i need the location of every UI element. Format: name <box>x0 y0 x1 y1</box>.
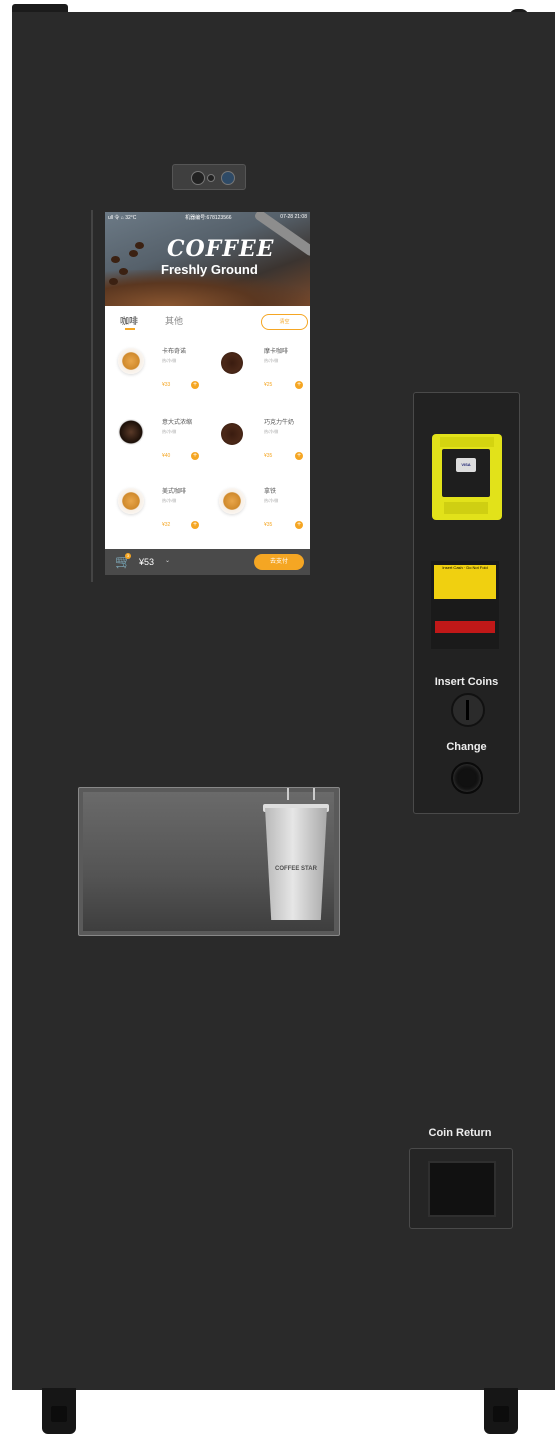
visa-logo: VISA <box>456 458 476 472</box>
product-name: 卡布奇诺 <box>162 349 187 355</box>
payment-panel: VISA Insert Cash · Do Not Fold Insert Co… <box>413 392 520 814</box>
product-name: 美式咖啡 <box>162 489 187 495</box>
add-icon[interactable]: + <box>295 452 303 460</box>
right-foot-caster <box>493 1406 509 1422</box>
camera-lens-right <box>221 171 235 185</box>
status-bar: ull 令 ⌂ 32°C 机器编号:678123566 07-28 21:08 <box>105 212 310 222</box>
coin-slit <box>466 700 469 720</box>
tab-other[interactable]: 其他 <box>165 314 183 327</box>
coin-return-tray[interactable] <box>409 1148 513 1229</box>
hero-title: COFFEE <box>167 236 275 262</box>
product-price: ¥40 <box>162 453 171 459</box>
product-name: 拿铁 <box>264 489 277 495</box>
hero-subtitle: Freshly Ground <box>161 262 258 277</box>
bill-acceptor-text: Insert Cash · Do Not Fold <box>442 565 488 570</box>
status-signal: ull 令 ⌂ 32°C <box>108 214 137 221</box>
tab-coffee[interactable]: 咖啡 <box>120 314 138 327</box>
bean <box>109 278 118 285</box>
bean <box>111 256 120 263</box>
touch-screen[interactable]: COFFEE Freshly Ground ull 令 ⌂ 32°C 机器编号:… <box>105 212 310 575</box>
card-reader-screen: VISA <box>442 449 490 497</box>
add-icon[interactable]: + <box>191 521 199 529</box>
add-icon[interactable]: + <box>191 381 199 389</box>
product-name: 摩卡咖啡 <box>264 349 289 355</box>
product-card[interactable]: 摩卡咖啡 热/冷/微 ¥25 + <box>209 344 309 410</box>
clear-button[interactable]: 清空 <box>261 314 308 330</box>
cart-count-badge: 3 <box>125 553 131 559</box>
product-desc: 热/冷/微 <box>264 429 279 434</box>
product-desc: 热/冷/微 <box>162 358 177 363</box>
product-desc: 热/冷/微 <box>264 358 279 363</box>
right-foot <box>484 1388 518 1434</box>
coin-return-opening[interactable] <box>428 1161 496 1217</box>
product-card[interactable]: 意大式浓缩 热/冷/微 ¥40 + <box>105 415 205 481</box>
pay-button[interactable]: 去支付 <box>254 554 304 570</box>
takeaway-cup <box>265 808 327 920</box>
hero-banner: COFFEE Freshly Ground <box>105 212 310 306</box>
add-icon[interactable]: + <box>191 452 199 460</box>
product-card[interactable]: 美式咖啡 热/冷/微 ¥32 + <box>105 484 205 550</box>
cup-brand-text: COFFEE STAR <box>275 866 317 872</box>
insert-coins-label: Insert Coins <box>434 676 499 688</box>
left-foot <box>42 1388 76 1434</box>
bean <box>135 242 144 249</box>
chevron-down-icon[interactable]: ⌄ <box>165 557 170 564</box>
product-price: ¥25 <box>264 382 273 388</box>
screen-side-trim <box>91 210 93 582</box>
card-reader[interactable]: VISA <box>432 434 502 520</box>
latte-image <box>219 488 245 514</box>
status-datetime: 07-28 21:08 <box>280 214 307 220</box>
change-knob[interactable] <box>451 762 483 794</box>
americano-image <box>118 488 144 514</box>
product-price: ¥32 <box>162 522 171 528</box>
camera-sensor <box>207 174 215 182</box>
cup-dispenser-window[interactable]: COFFEE STAR <box>78 787 340 936</box>
coin-slot[interactable] <box>451 693 485 727</box>
product-desc: 热/冷/微 <box>162 429 177 434</box>
chocolate-milk-image <box>221 423 243 445</box>
product-card[interactable]: 卡布奇诺 热/冷/微 ¥33 + <box>105 344 205 410</box>
card-reader-top <box>440 437 494 447</box>
tab-active-indicator <box>125 328 135 330</box>
left-foot-caster <box>51 1406 67 1422</box>
cappuccino-image <box>118 348 144 374</box>
product-desc: 热/冷/微 <box>264 498 279 503</box>
coffee-nozzle <box>287 788 315 800</box>
status-machine-id: 机器编号:678123566 <box>185 214 232 221</box>
camera-lens-left <box>191 171 205 185</box>
add-icon[interactable]: + <box>295 381 303 389</box>
bill-acceptor-label: Insert Cash · Do Not Fold <box>434 565 496 599</box>
coin-return-label: Coin Return <box>428 1127 492 1139</box>
product-card[interactable]: 拿铁 热/冷/微 ¥35 + <box>209 484 309 550</box>
cart-total: ¥53 <box>139 557 155 567</box>
product-price: ¥35 <box>264 522 273 528</box>
product-card[interactable]: 巧克力牛奶 热/冷/微 ¥35 + <box>209 415 309 481</box>
bean <box>119 268 128 275</box>
change-label: Change <box>446 741 487 753</box>
product-price: ¥35 <box>264 453 273 459</box>
mocha-image <box>221 352 243 374</box>
add-icon[interactable]: + <box>295 521 303 529</box>
product-name: 巧克力牛奶 <box>264 420 295 426</box>
bean <box>129 250 138 257</box>
bill-slot[interactable] <box>435 621 495 633</box>
product-price: ¥33 <box>162 382 171 388</box>
cart-bar: 🛒 3 ¥53 ⌄ 去支付 <box>105 549 310 575</box>
product-name: 意大式浓缩 <box>162 420 193 426</box>
espresso-image <box>118 419 144 445</box>
product-desc: 热/冷/微 <box>162 498 177 503</box>
card-reader-keypad <box>444 502 488 514</box>
camera-icon <box>172 164 246 190</box>
bill-acceptor[interactable]: Insert Cash · Do Not Fold <box>431 561 499 649</box>
